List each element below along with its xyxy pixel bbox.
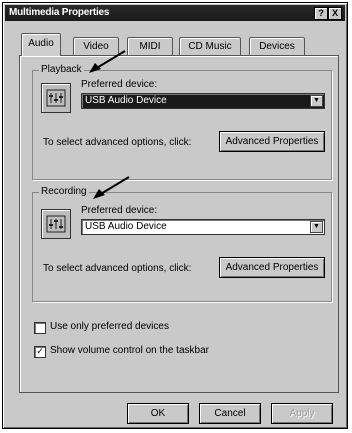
recording-arrow-icon [93,176,130,199]
recording-device-label: Preferred device: [81,205,158,216]
recording-device-value: USB Audio Device [85,221,167,232]
playback-advanced-button[interactable]: Advanced Properties [219,131,325,152]
recording-advanced-button[interactable]: Advanced Properties [219,257,325,278]
title-bar[interactable]: Multimedia Properties ? X [5,5,345,21]
cancel-button[interactable]: Cancel [199,403,261,424]
tab-devices[interactable]: Devices [249,37,305,55]
playback-device-label: Preferred device: [81,79,158,90]
dialog-window: Multimedia Properties ? X Audio Video MI… [2,2,348,429]
playback-advanced-text: To select advanced options, click: [43,137,192,148]
tab-strip: Audio Video MIDI CD Music Devices [19,31,339,56]
playback-group-label: Playback [39,64,84,75]
playback-group: Playback Preferred device: USB Audio Dev… [32,64,332,180]
tab-panel-audio: Playback Preferred device: USB Audio Dev… [19,55,339,393]
window-title: Multimedia Properties [9,7,110,18]
tab-midi[interactable]: MIDI [127,37,173,55]
apply-button[interactable]: Apply [271,403,333,424]
recording-device-select[interactable]: USB Audio Device ▼ [81,219,325,235]
help-button[interactable]: ? [314,7,328,20]
playback-arrow-icon [89,50,126,73]
show-volume-label[interactable]: Show volume control on the taskbar [50,345,209,356]
use-preferred-devices-label[interactable]: Use only preferred devices [50,321,169,332]
chevron-down-icon[interactable]: ▼ [310,221,323,233]
playback-device-value: USB Audio Device [85,95,167,106]
recording-group-label: Recording [39,186,89,197]
show-volume-checkbox[interactable]: ✓ [34,346,46,358]
speaker-device-icon [41,83,71,113]
recording-group: Recording Preferred device: USB Audio De… [32,186,332,302]
ok-button[interactable]: OK [127,403,189,424]
playback-device-select[interactable]: USB Audio Device ▼ [81,93,325,109]
close-button[interactable]: X [328,7,342,20]
recording-advanced-text: To select advanced options, click: [43,263,192,274]
microphone-device-icon [41,209,71,239]
tab-audio[interactable]: Audio [21,33,61,56]
use-preferred-devices-checkbox[interactable] [34,322,46,334]
chevron-down-icon[interactable]: ▼ [310,95,323,107]
tab-cd-music[interactable]: CD Music [179,37,241,55]
